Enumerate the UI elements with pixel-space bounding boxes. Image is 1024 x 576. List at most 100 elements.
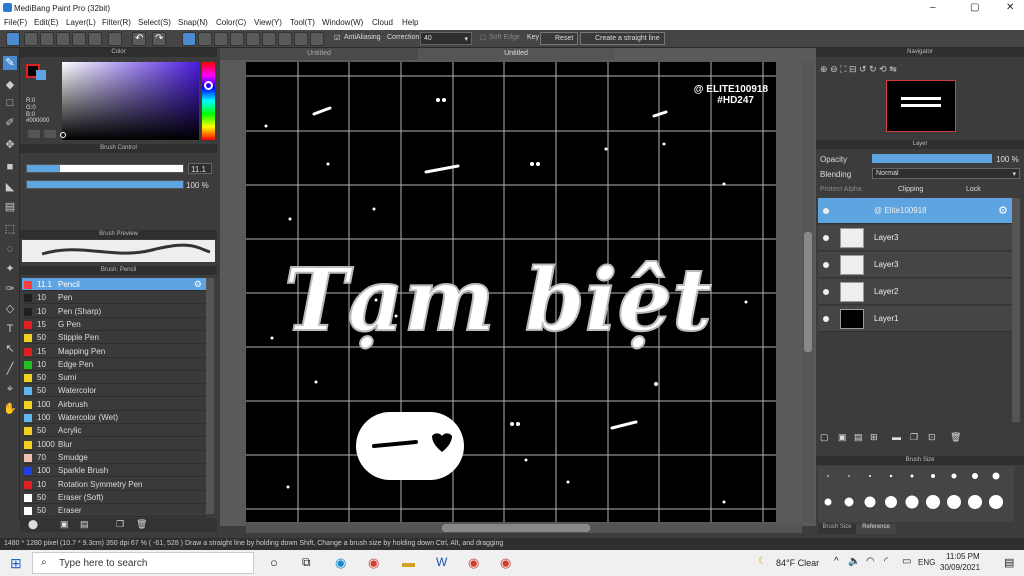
menu-view[interactable]: View(Y): [254, 18, 282, 27]
wifi-icon[interactable]: ◜: [884, 556, 888, 567]
move-tool-icon[interactable]: ✥: [3, 138, 17, 152]
brush-duplicate-icon[interactable]: ❐: [116, 519, 124, 530]
brush-item[interactable]: 11.1 Pencil ⚙: [22, 278, 206, 291]
menu-cloud[interactable]: Cloud: [372, 18, 393, 27]
brush-size-value[interactable]: 11.1: [188, 163, 212, 174]
tab-untitled-1[interactable]: Untitled: [220, 48, 418, 60]
layer-list-scrollbar[interactable]: [1012, 198, 1020, 422]
snap-parallel-icon[interactable]: [198, 32, 212, 46]
eye-icon[interactable]: [823, 316, 829, 322]
eyedropper-icon[interactable]: ⌖: [3, 382, 17, 396]
snap-settings-icon[interactable]: [310, 32, 324, 46]
file-explorer-icon[interactable]: ▬: [402, 555, 415, 570]
eye-icon[interactable]: [823, 289, 829, 295]
edge-icon[interactable]: ◉: [335, 555, 346, 571]
grid-toggle-icon[interactable]: [88, 32, 102, 46]
taskbar-search[interactable]: ⌕ Type here to search: [32, 552, 254, 574]
snap-curve-icon[interactable]: [278, 32, 292, 46]
text-tool-icon[interactable]: T: [3, 322, 17, 336]
lasso-tool-icon[interactable]: ◌: [3, 242, 17, 256]
maximize-button[interactable]: ▢: [970, 2, 979, 13]
brush-item[interactable]: 10 Edge Pen: [22, 357, 206, 371]
eye-icon[interactable]: [823, 262, 829, 268]
secondary-color-swatch[interactable]: [36, 70, 46, 80]
lock-checkbox[interactable]: Lock: [966, 186, 981, 193]
magic-wand-icon[interactable]: ✦: [3, 262, 17, 276]
hand-tool-icon[interactable]: ✋: [3, 402, 17, 416]
undo-icon[interactable]: ↶: [132, 32, 146, 46]
chrome-icon[interactable]: ◉: [368, 555, 379, 571]
eye-icon[interactable]: [823, 235, 829, 241]
bucket-tool-icon[interactable]: ◣: [3, 180, 17, 194]
snap-ellipse-icon[interactable]: [294, 32, 308, 46]
select-pen-icon[interactable]: ✑: [3, 282, 17, 296]
brush-item[interactable]: 1000 Blur: [22, 437, 206, 451]
antialias-checkbox[interactable]: ☑: [334, 34, 340, 42]
clipping-checkbox[interactable]: Clipping: [898, 186, 923, 193]
weather-text[interactable]: 84°F Clear: [776, 558, 819, 568]
soft-edge-checkbox[interactable]: ☐: [480, 34, 486, 42]
snap-circle-icon[interactable]: [262, 32, 276, 46]
fill-rect-icon[interactable]: ■: [3, 160, 17, 174]
brush-item[interactable]: 100 Airbrush: [22, 397, 206, 411]
brush-size-slider[interactable]: [26, 164, 184, 173]
delete-brush-icon[interactable]: 🗑: [136, 519, 147, 530]
cloud-icon[interactable]: [6, 32, 20, 46]
snap-grid-icon[interactable]: [214, 32, 228, 46]
straight-line-button[interactable]: Create a straight line: [580, 32, 665, 45]
brush-item[interactable]: 15 G Pen: [22, 317, 206, 331]
save-icon[interactable]: [56, 32, 70, 46]
pen-tool-icon[interactable]: ✐: [3, 116, 17, 130]
brush-item[interactable]: 50 Sumi: [22, 371, 206, 385]
add-brush-icon[interactable]: ⬤: [28, 519, 38, 530]
eye-icon[interactable]: [823, 208, 829, 214]
medibang-icon[interactable]: ◉: [500, 555, 511, 571]
chrome-profile-icon[interactable]: ◉: [468, 555, 479, 571]
merge-layer-icon[interactable]: ⊡: [928, 432, 936, 443]
delete-layer-icon[interactable]: 🗑: [950, 432, 961, 443]
language-indicator[interactable]: ENG: [918, 558, 935, 567]
volume-icon[interactable]: 🔈: [848, 556, 860, 567]
menu-color[interactable]: Color(C): [216, 18, 246, 27]
canvas-horizontal-scrollbar[interactable]: [246, 523, 802, 533]
brush-item[interactable]: 100 Sparkle Brush: [22, 464, 206, 478]
layer-row[interactable]: Layer2: [818, 279, 1012, 305]
brush-settings-gear-icon[interactable]: ⚙: [194, 279, 202, 290]
brush-opacity-slider[interactable]: [26, 180, 184, 189]
word-icon[interactable]: W: [436, 555, 447, 569]
brush-item[interactable]: 10 Pen (Sharp): [22, 304, 206, 318]
brush-list-scrollbar[interactable]: [206, 278, 214, 514]
close-button[interactable]: ✕: [1006, 2, 1014, 13]
new-halftone-layer-icon[interactable]: ▣: [838, 432, 847, 443]
rotate-right-icon[interactable]: ↻: [869, 64, 877, 74]
brush-item[interactable]: 50 Acrylic: [22, 424, 206, 438]
color-palette-icon[interactable]: [44, 130, 56, 138]
brush-item[interactable]: 50 Watercolor: [22, 384, 206, 398]
menu-edit[interactable]: Edit(E): [34, 18, 58, 27]
windows-start-icon[interactable]: ⊞: [10, 555, 22, 572]
menu-tool[interactable]: Tool(T): [290, 18, 315, 27]
brush-item[interactable]: 50 Eraser (Soft): [22, 490, 206, 504]
saturation-value-picker[interactable]: [62, 62, 199, 140]
menu-select[interactable]: Select(S): [138, 18, 171, 27]
notification-icon[interactable]: ▤: [1004, 556, 1014, 569]
menu-window[interactable]: Window(W): [322, 18, 363, 27]
new-file-icon[interactable]: [24, 32, 38, 46]
brush-size-grid[interactable]: [818, 466, 1014, 522]
new-layer-icon[interactable]: ▢: [820, 432, 829, 443]
share-icon[interactable]: [72, 32, 86, 46]
new-8bit-layer-icon[interactable]: ▤: [854, 432, 863, 443]
menu-filter[interactable]: Filter(R): [102, 18, 131, 27]
snap-off-icon[interactable]: [182, 32, 196, 46]
layer-settings-gear-icon[interactable]: ⚙: [998, 204, 1008, 217]
layer-opacity-slider[interactable]: [872, 154, 992, 163]
eraser-tool-icon[interactable]: ◆: [3, 78, 17, 92]
hue-slider[interactable]: [202, 62, 215, 140]
layer-row[interactable]: Layer1: [818, 306, 1012, 332]
reference-tab[interactable]: Reference: [856, 524, 896, 534]
actual-size-icon[interactable]: ⊟: [849, 64, 857, 74]
drawing-canvas[interactable]: @ ELITE100918 #HD247 Tạm biệt: [246, 62, 776, 522]
rotate-reset-icon[interactable]: ⟲: [879, 64, 887, 74]
brush-item[interactable]: 50 Stipple Pen: [22, 331, 206, 345]
tray-chevron-icon[interactable]: ^: [834, 556, 839, 567]
